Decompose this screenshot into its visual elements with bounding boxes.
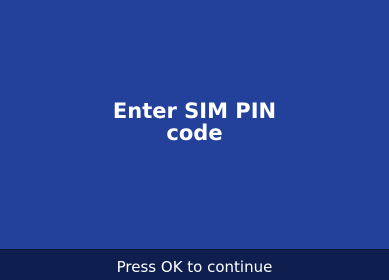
sim-pin-prompt: Enter SIM PIN code bbox=[0, 100, 389, 144]
footer-hint-bar[interactable]: Press OK to continue bbox=[0, 249, 389, 280]
prompt-line-2: code bbox=[166, 121, 223, 145]
prompt-line-1: Enter SIM PIN bbox=[112, 99, 277, 123]
press-ok-hint: Press OK to continue bbox=[116, 258, 273, 276]
sim-pin-screen: Enter SIM PIN code Press OK to continue bbox=[0, 0, 389, 280]
